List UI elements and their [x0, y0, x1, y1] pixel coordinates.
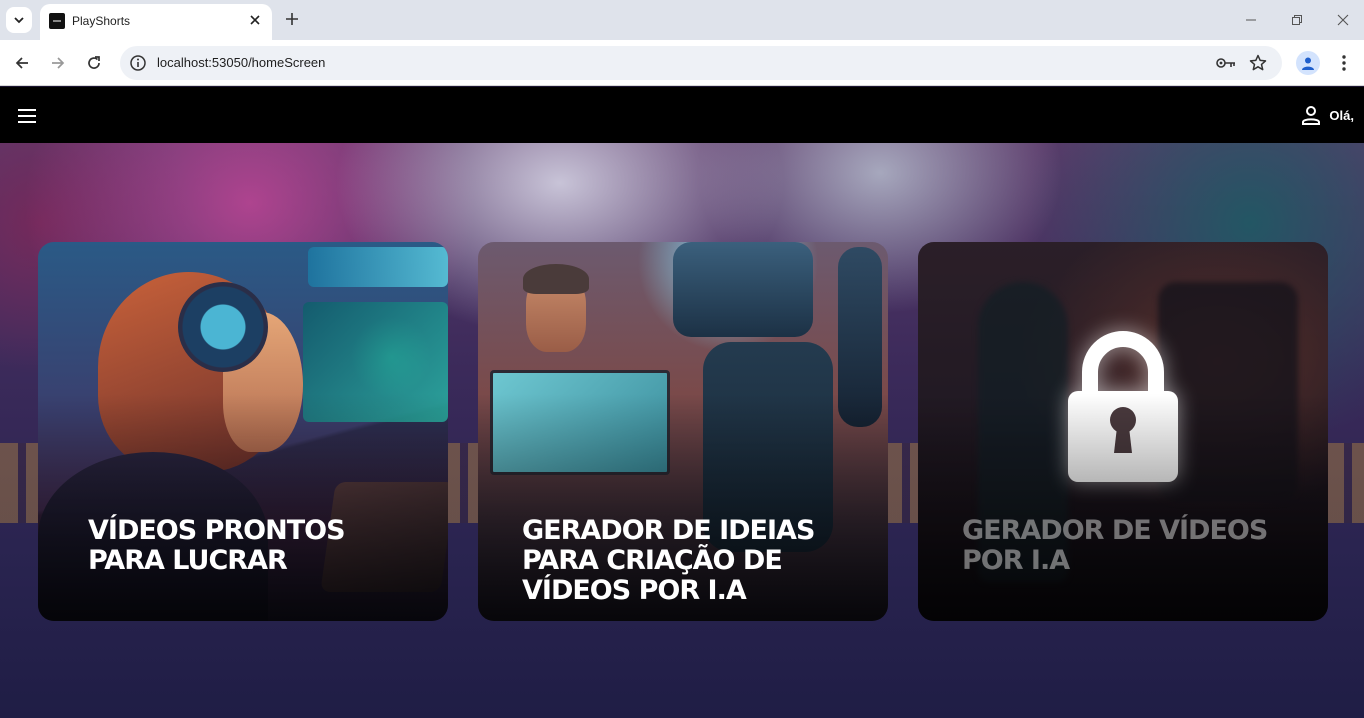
minimize-icon	[1246, 19, 1256, 21]
site-info-icon[interactable]	[129, 54, 147, 72]
browser-tab-active[interactable]: PlayShorts	[40, 4, 272, 40]
site-favicon-icon	[49, 13, 65, 29]
app-header: Olá,	[0, 87, 1364, 143]
user-greeting: Olá,	[1329, 107, 1354, 123]
restore-button[interactable]	[1285, 10, 1309, 30]
password-key-button[interactable]	[1216, 53, 1236, 73]
bookmark-star-button[interactable]	[1248, 53, 1268, 73]
more-vertical-icon	[1342, 55, 1346, 71]
close-icon	[1337, 14, 1349, 26]
browser-tab-strip: PlayShorts	[0, 0, 1364, 40]
close-icon	[250, 15, 260, 25]
chevron-down-icon	[14, 17, 24, 24]
minimize-button[interactable]	[1239, 10, 1263, 30]
home-background: VÍDEOS PRONTOS PARA LUCRAR GERADOR DE ID…	[0, 143, 1364, 718]
menu-button[interactable]	[18, 106, 38, 124]
hamburger-icon	[18, 109, 38, 123]
card-idea-generator[interactable]: GERADOR DE IDEIAS PARA CRIAÇÃO DE VÍDEOS…	[478, 242, 888, 621]
restore-icon	[1292, 15, 1302, 25]
card-title: VÍDEOS PRONTOS PARA LUCRAR	[88, 515, 346, 576]
browser-toolbar: localhost:53050/homeScreen	[0, 40, 1364, 86]
tab-close-button[interactable]	[246, 11, 264, 29]
tab-title: PlayShorts	[72, 14, 131, 28]
card-title: GERADOR DE VÍDEOS POR I.A	[962, 515, 1268, 576]
card-video-generator-locked[interactable]: GERADOR DE VÍDEOS POR I.A	[918, 242, 1328, 621]
profile-button[interactable]	[1296, 51, 1320, 75]
reload-icon	[88, 56, 100, 69]
user-account-area[interactable]: Olá,	[1301, 105, 1354, 125]
arrow-right-icon	[52, 57, 65, 69]
arrow-left-icon	[15, 57, 28, 69]
plus-icon	[286, 13, 298, 25]
forward-button[interactable]	[46, 51, 70, 75]
star-icon	[1249, 54, 1267, 71]
browser-menu-button[interactable]	[1334, 51, 1354, 75]
back-button[interactable]	[10, 51, 34, 75]
close-window-button[interactable]	[1331, 10, 1355, 30]
tab-search-button[interactable]	[6, 7, 32, 33]
reload-button[interactable]	[82, 51, 106, 75]
address-bar[interactable]: localhost:53050/homeScreen	[120, 46, 1282, 80]
profile-avatar-icon	[1302, 57, 1314, 70]
url-text[interactable]: localhost:53050/homeScreen	[157, 55, 325, 70]
card-ready-videos[interactable]: VÍDEOS PRONTOS PARA LUCRAR	[38, 242, 448, 621]
key-icon	[1216, 58, 1235, 68]
new-tab-button[interactable]	[282, 9, 302, 29]
card-title: GERADOR DE IDEIAS PARA CRIAÇÃO DE VÍDEOS…	[522, 515, 815, 606]
user-icon	[1302, 106, 1321, 125]
